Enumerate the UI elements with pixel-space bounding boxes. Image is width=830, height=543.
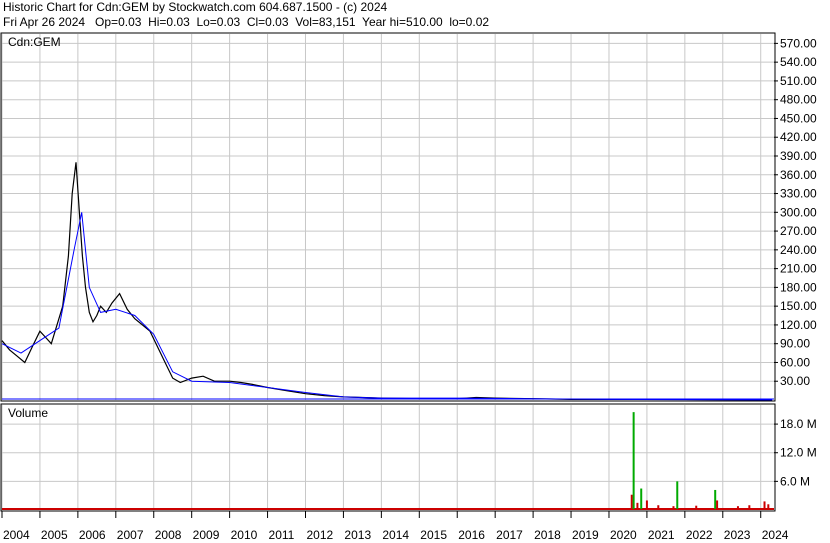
volume-axis-ticks: 6.0 M 12.0 M 18.0 M <box>774 417 817 488</box>
year-label: 2022 <box>686 528 713 542</box>
price-tick-label: 60.00 <box>780 355 810 369</box>
price-tick-label: 420.00 <box>780 130 817 144</box>
price-tick-label: 210.00 <box>780 262 817 276</box>
price-tick-label: 480.00 <box>780 93 817 107</box>
volume-tick-label: 18.0 M <box>780 417 817 431</box>
year-label: 2019 <box>572 528 599 542</box>
price-tick-label: 570.00 <box>780 36 817 50</box>
stock-chart: 30.00 60.00 90.00 120.00 150.00 180.00 210.00 2… <box>0 32 817 542</box>
price-tick-label: 90.00 <box>780 337 810 351</box>
price-line <box>1 162 773 401</box>
price-tick-label: 360.00 <box>780 168 817 182</box>
volume-tick-label: 12.0 M <box>780 446 817 460</box>
price-tick-label: 240.00 <box>780 243 817 257</box>
year-label: 2012 <box>306 528 333 542</box>
price-tick-label: 300.00 <box>780 205 817 219</box>
year-label: 2006 <box>79 528 106 542</box>
price-lines <box>1 162 774 401</box>
year-label: 2009 <box>193 528 220 542</box>
volume-panel-frame <box>0 403 776 512</box>
volume-label: Volume <box>8 406 48 420</box>
year-label: 2010 <box>231 528 258 542</box>
price-tick-label: 510.00 <box>780 74 817 88</box>
year-label: 2007 <box>117 528 144 542</box>
price-panel-frame <box>0 32 776 402</box>
volume-bars <box>2 412 774 510</box>
price-tick-label: 330.00 <box>780 187 817 201</box>
year-label: 2011 <box>269 528 295 542</box>
year-label: 2017 <box>496 528 523 542</box>
year-label: 2014 <box>382 528 409 542</box>
year-label: 2005 <box>41 528 68 542</box>
year-label: 2013 <box>344 528 371 542</box>
price-tick-label: 450.00 <box>780 111 817 125</box>
price-tick-label: 150.00 <box>780 299 817 313</box>
year-label: 2024 <box>762 528 789 542</box>
year-label: 2021 <box>648 528 675 542</box>
year-label: 2015 <box>420 528 447 542</box>
year-axis-ticks: 2004 2005 2006 2007 2008 2009 2010 2011 2012 2013… <box>1 511 789 542</box>
price-tick-label: 30.00 <box>780 374 810 388</box>
year-label: 2018 <box>534 528 561 542</box>
price-tick-label: 180.00 <box>780 280 817 294</box>
price-tick-label: 120.00 <box>780 318 817 332</box>
year-label: 2016 <box>458 528 485 542</box>
price-tick-label: 270.00 <box>780 224 817 238</box>
year-label: 2008 <box>155 528 182 542</box>
year-label: 2023 <box>724 528 751 542</box>
year-label: 2004 <box>3 528 30 542</box>
symbol-label: Cdn:GEM <box>8 35 61 49</box>
price-tick-label: 390.00 <box>780 149 817 163</box>
volume-tick-label: 6.0 M <box>780 474 810 488</box>
price-grid <box>1 34 774 400</box>
price-tick-label: 540.00 <box>780 55 817 69</box>
year-label: 2020 <box>610 528 637 542</box>
volume-grid <box>1 405 774 510</box>
price-axis-ticks: 30.00 60.00 90.00 120.00 150.00 180.00 210.00 2… <box>774 36 817 388</box>
